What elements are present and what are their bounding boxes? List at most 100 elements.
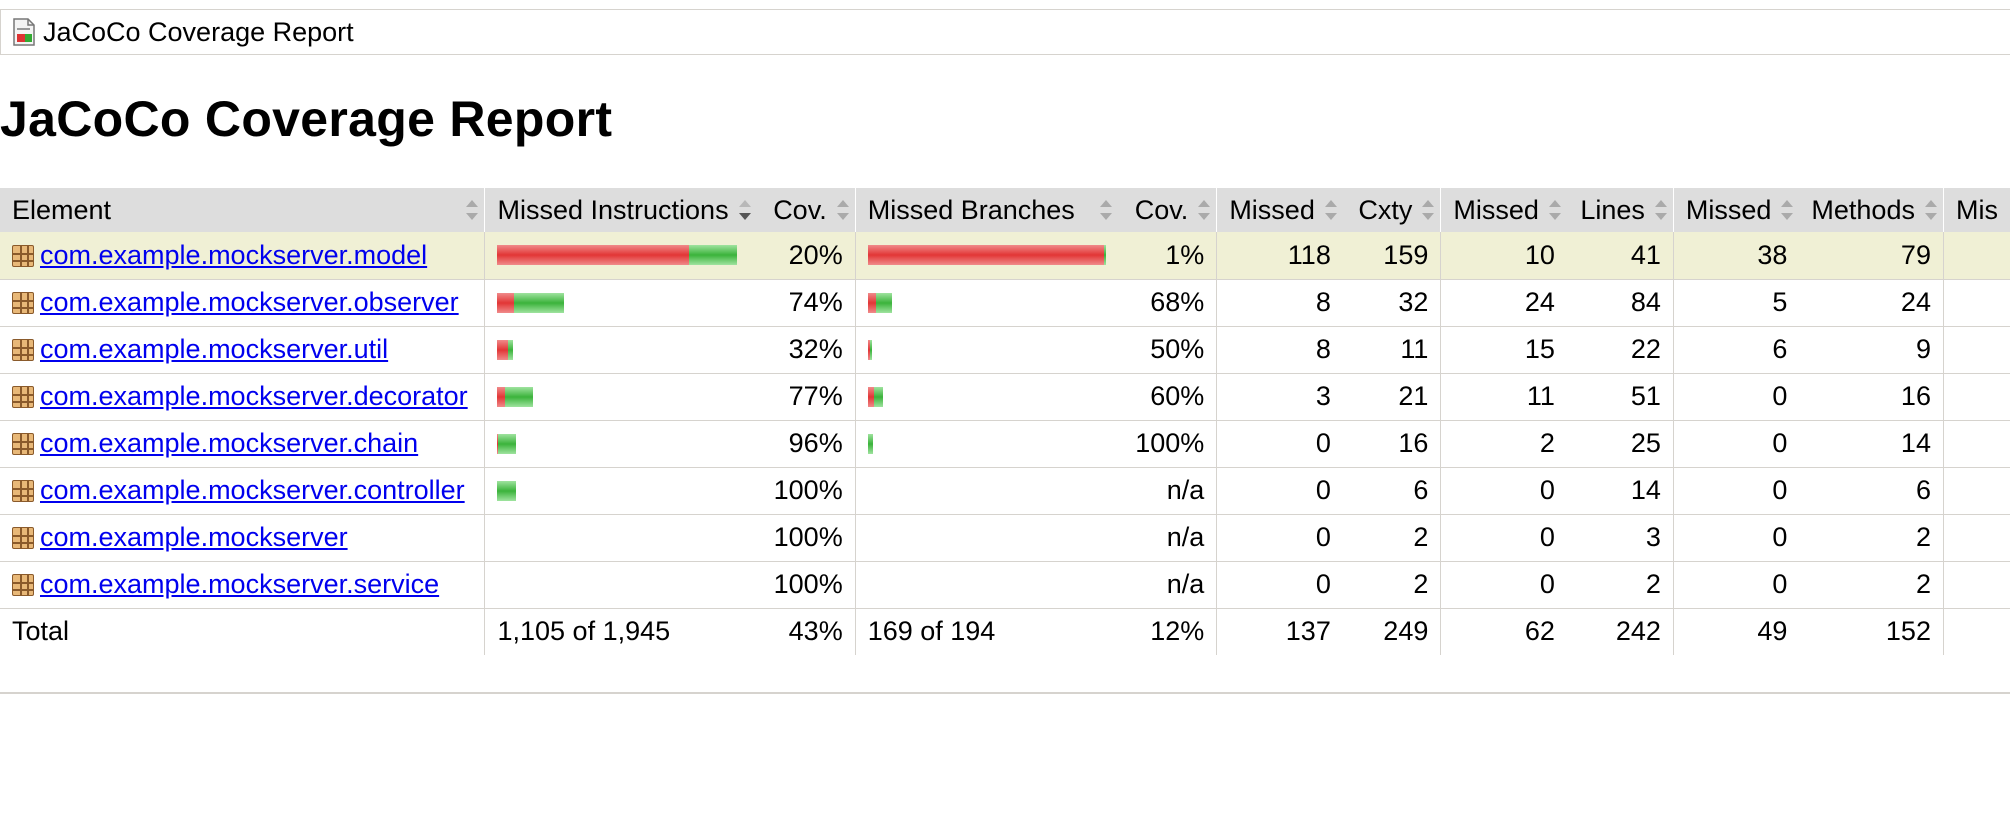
page-title: JaCoCo Coverage Report bbox=[0, 91, 613, 147]
branch-coverage: 100% bbox=[1117, 420, 1217, 468]
table-row: com.example.mockserver.chain 96% 100% 0 16 2 2… bbox=[0, 420, 2010, 468]
instructions-coverage-bar bbox=[497, 528, 744, 548]
lines: 22 bbox=[1566, 326, 1674, 374]
branches-coverage-bar bbox=[868, 575, 1106, 595]
instructions-coverage-bar bbox=[497, 480, 744, 501]
header-complexity[interactable]: Cxty bbox=[1342, 188, 1441, 232]
header-missed-methods[interactable]: Missed bbox=[1672, 188, 1800, 232]
sort-icon bbox=[1548, 200, 1561, 220]
header-instruction-coverage[interactable]: Cov. bbox=[756, 188, 856, 232]
missed-bar-segment bbox=[497, 245, 690, 266]
package-link[interactable]: com.example.mockserver bbox=[40, 522, 348, 552]
package-link[interactable]: com.example.mockserver.decorator bbox=[40, 381, 468, 411]
missed-branches-cell bbox=[854, 373, 1118, 421]
sort-descending-icon bbox=[738, 200, 751, 220]
total-missed-classes bbox=[1942, 608, 2010, 656]
package-link[interactable]: com.example.mockserver.util bbox=[40, 334, 388, 364]
table-row: com.example.mockserver.util 32% 50% 8 11 15 22… bbox=[0, 326, 2010, 374]
lines: 25 bbox=[1566, 420, 1674, 468]
total-lines: 242 bbox=[1566, 608, 1674, 656]
instruction-coverage: 20% bbox=[756, 232, 856, 280]
coverage-table: Element Missed Instructions Cov. Missed … bbox=[0, 188, 2010, 656]
missed-instructions-cell bbox=[484, 232, 757, 280]
instructions-coverage-bar bbox=[497, 433, 744, 454]
missed-lines: 2 bbox=[1440, 420, 1567, 468]
header-element[interactable]: Element bbox=[0, 188, 485, 232]
branches-coverage-bar bbox=[868, 528, 1106, 548]
branches-coverage-bar bbox=[867, 245, 1106, 266]
missed-lines: 0 bbox=[1440, 467, 1567, 515]
instructions-coverage-bar bbox=[497, 245, 744, 266]
header-branch-coverage[interactable]: Cov. bbox=[1117, 188, 1217, 232]
missed-bar-segment bbox=[497, 339, 509, 360]
missed-methods: 0 bbox=[1672, 420, 1800, 468]
instruction-coverage: 96% bbox=[756, 420, 856, 468]
header-missed-lines[interactable]: Missed bbox=[1440, 188, 1567, 232]
missed-instructions-cell bbox=[484, 561, 757, 609]
missed-branches-cell bbox=[854, 279, 1118, 327]
missed-branches-cell bbox=[854, 467, 1118, 515]
sort-icon bbox=[1781, 200, 1794, 220]
breadcrumb-title: JaCoCo Coverage Report bbox=[43, 16, 354, 47]
branch-coverage: n/a bbox=[1117, 561, 1217, 609]
missed-branches-cell bbox=[854, 561, 1118, 609]
table-row: com.example.mockserver.decorator 77% 60% 3 2… bbox=[0, 373, 2010, 421]
missed-lines: 11 bbox=[1440, 373, 1567, 421]
package-icon bbox=[12, 386, 34, 408]
missed-methods: 6 bbox=[1672, 326, 1800, 374]
package-link[interactable]: com.example.mockserver.service bbox=[40, 569, 439, 599]
sort-icon bbox=[836, 200, 849, 220]
element-cell: com.example.mockserver bbox=[0, 514, 485, 562]
package-link[interactable]: com.example.mockserver.controller bbox=[40, 475, 465, 505]
total-branch-coverage: 12% bbox=[1117, 608, 1217, 656]
total-methods: 152 bbox=[1799, 608, 1944, 656]
sort-icon bbox=[466, 200, 479, 220]
instructions-coverage-bar bbox=[497, 386, 744, 407]
package-link[interactable]: com.example.mockserver.model bbox=[40, 240, 427, 270]
header-missed-branches[interactable]: Missed Branches bbox=[854, 188, 1118, 232]
branches-coverage-bar bbox=[867, 292, 1106, 313]
instruction-coverage: 100% bbox=[756, 561, 856, 609]
package-link[interactable]: com.example.mockserver.chain bbox=[40, 428, 418, 458]
missed-classes bbox=[1942, 232, 2010, 280]
missed-complexity: 0 bbox=[1216, 514, 1343, 562]
missed-bar-segment bbox=[497, 292, 515, 313]
branch-coverage: 50% bbox=[1117, 326, 1217, 374]
missed-methods: 0 bbox=[1672, 467, 1800, 515]
lines: 84 bbox=[1566, 279, 1674, 327]
header-missed-instructions[interactable]: Missed Instructions bbox=[484, 188, 757, 232]
header-missed-complexity[interactable]: Missed bbox=[1216, 188, 1343, 232]
complexity: 6 bbox=[1342, 467, 1441, 515]
sort-icon bbox=[1198, 200, 1211, 220]
covered-bar-segment bbox=[869, 339, 872, 360]
package-link[interactable]: com.example.mockserver.observer bbox=[40, 287, 459, 317]
missed-branches-cell bbox=[854, 232, 1118, 280]
branch-coverage: n/a bbox=[1117, 467, 1217, 515]
covered-bar-segment bbox=[1103, 245, 1106, 266]
branch-coverage: 60% bbox=[1117, 373, 1217, 421]
header-lines[interactable]: Lines bbox=[1566, 188, 1674, 232]
methods: 16 bbox=[1799, 373, 1944, 421]
missed-methods: 38 bbox=[1672, 232, 1800, 280]
missed-lines: 24 bbox=[1440, 279, 1567, 327]
instruction-coverage: 77% bbox=[756, 373, 856, 421]
instructions-coverage-bar bbox=[497, 575, 744, 595]
methods: 79 bbox=[1799, 232, 1944, 280]
methods: 14 bbox=[1799, 420, 1944, 468]
branches-coverage-bar bbox=[867, 339, 1106, 360]
missed-classes bbox=[1942, 467, 2010, 515]
missed-classes bbox=[1942, 420, 2010, 468]
instruction-coverage: 100% bbox=[756, 514, 856, 562]
package-icon bbox=[12, 433, 34, 455]
covered-bar-segment bbox=[689, 245, 738, 266]
missed-lines: 0 bbox=[1440, 514, 1567, 562]
missed-classes bbox=[1942, 373, 2010, 421]
element-cell: com.example.mockserver.model bbox=[0, 232, 485, 280]
report-icon bbox=[13, 18, 35, 46]
branch-coverage: 1% bbox=[1117, 232, 1217, 280]
header-missed-classes[interactable]: Mis bbox=[1942, 188, 2010, 232]
missed-branches-cell bbox=[854, 326, 1118, 374]
header-methods[interactable]: Methods bbox=[1799, 188, 1944, 232]
breadcrumb: JaCoCo Coverage Report bbox=[0, 9, 2010, 55]
package-icon bbox=[12, 292, 34, 314]
